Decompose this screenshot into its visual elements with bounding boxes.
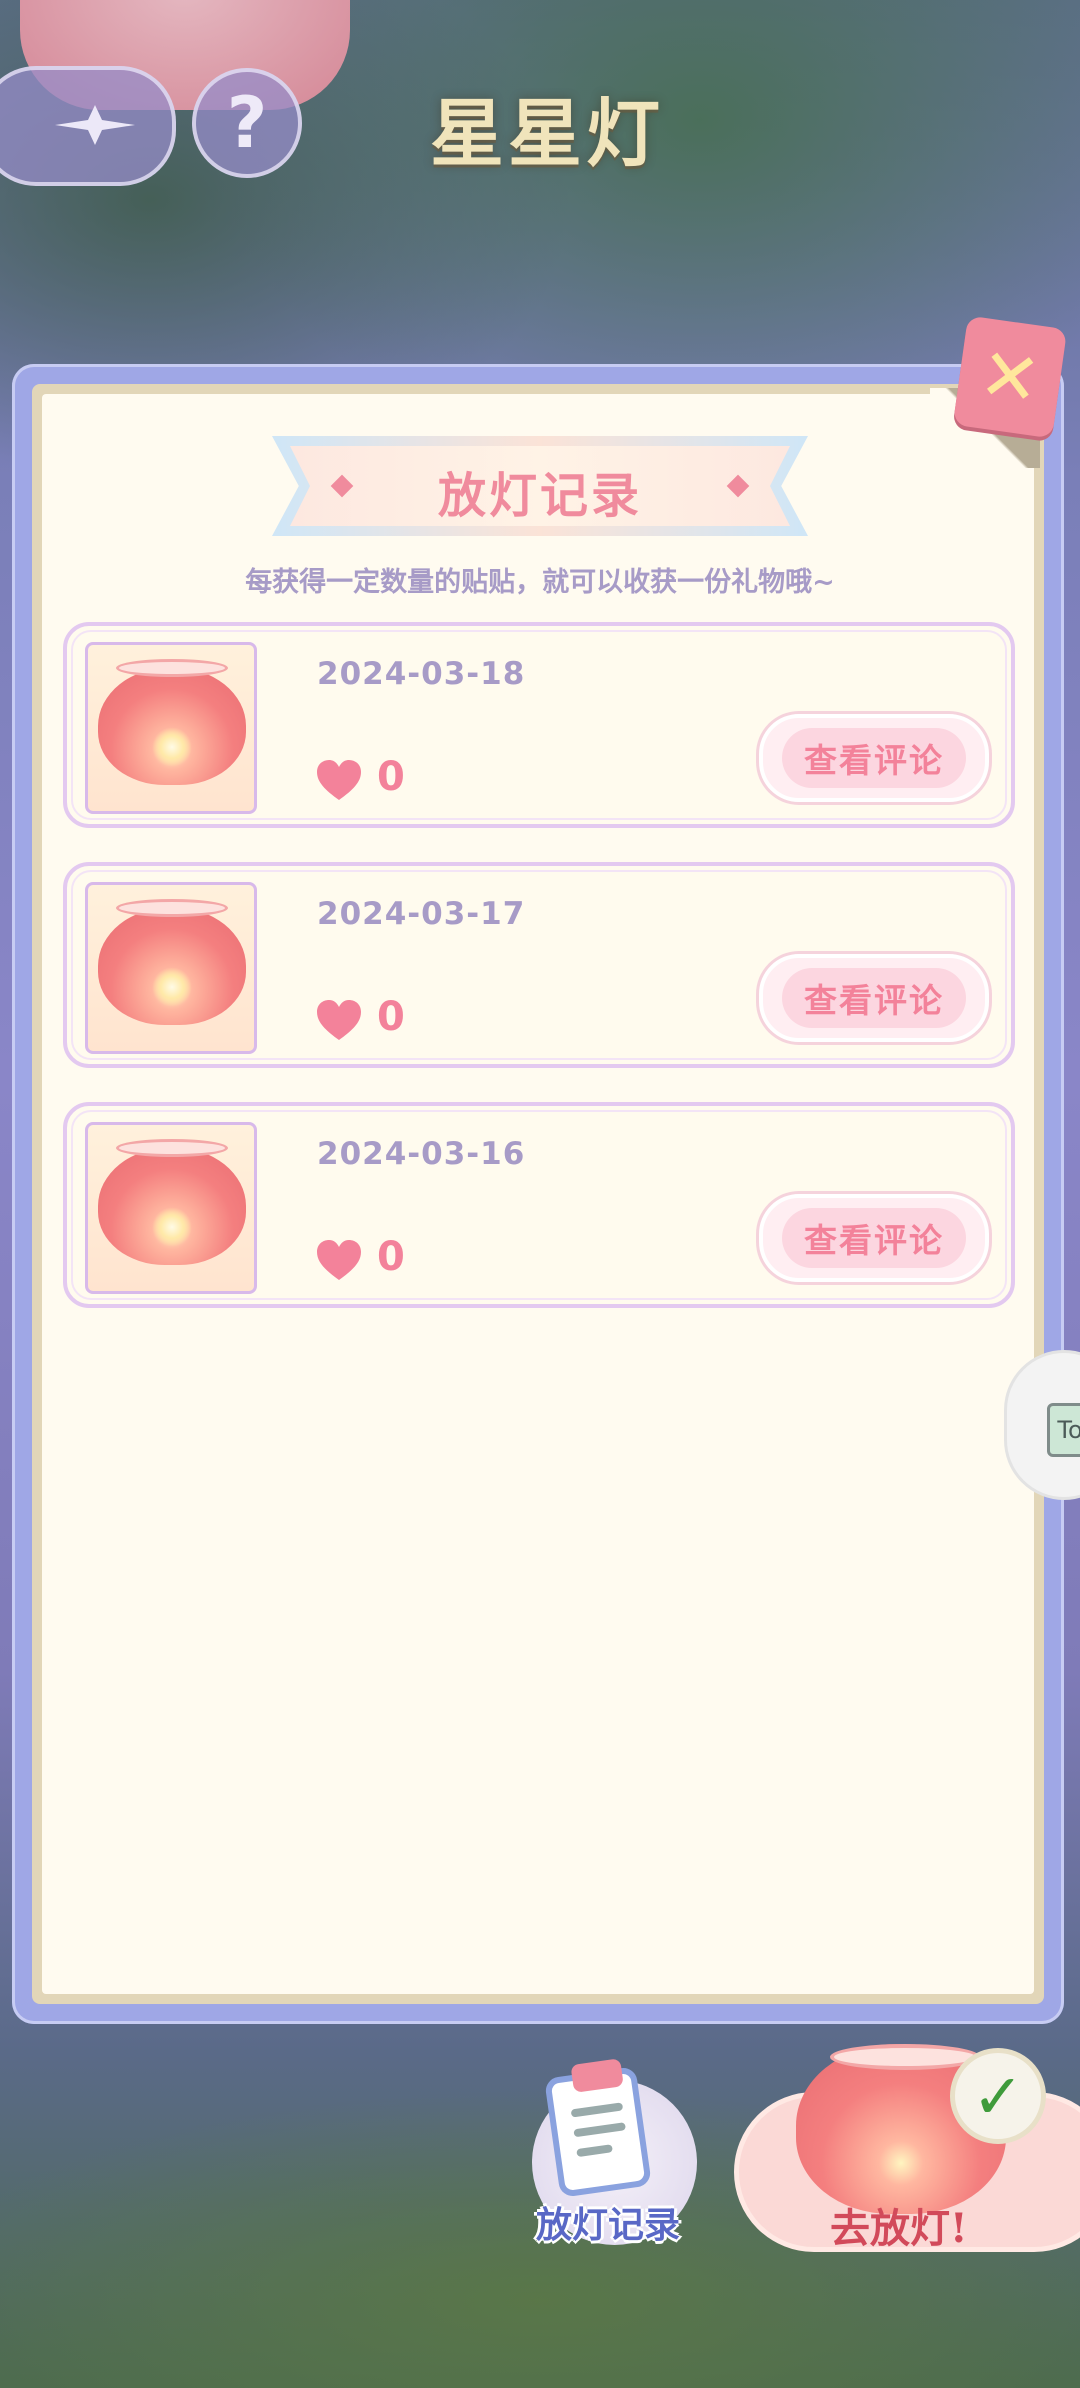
lantern-thumbnail: [85, 642, 257, 814]
page-title: 星星灯: [430, 91, 664, 177]
view-comments-label: 查看评论: [782, 1208, 966, 1268]
heart-icon: [317, 760, 361, 800]
lantern-thumbnail: [85, 1122, 257, 1294]
close-icon[interactable]: ✕: [952, 315, 1068, 439]
heart-icon: [317, 1000, 361, 1040]
star-nav-icon[interactable]: [45, 100, 145, 150]
record-card: 2024-03-16 0 查看评论: [63, 1102, 1015, 1308]
side-tab-icon: To: [1047, 1403, 1080, 1457]
like-count: 0: [377, 1234, 405, 1280]
record-card: 2024-03-17 0 查看评论: [63, 862, 1015, 1068]
view-comments-button[interactable]: 查看评论: [759, 1194, 989, 1282]
view-comments-label: 查看评论: [782, 728, 966, 788]
heart-icon: [317, 1240, 361, 1280]
view-comments-button[interactable]: 查看评论: [759, 954, 989, 1042]
release-lantern-label[interactable]: 去放灯!: [830, 2196, 968, 2254]
lantern-rim-decoration: [830, 2044, 980, 2070]
record-date: 2024-03-16: [317, 1136, 526, 1172]
record-date: 2024-03-18: [317, 656, 526, 692]
record-card: 2024-03-18 0 查看评论: [63, 622, 1015, 828]
records-button-label[interactable]: 放灯记录: [536, 2196, 680, 2248]
record-date: 2024-03-17: [317, 896, 526, 932]
help-icon[interactable]: ?: [192, 68, 302, 178]
checkmark-icon: ✓: [950, 2048, 1046, 2144]
dialog-title: 放灯记录: [437, 468, 642, 524]
view-comments-label: 查看评论: [782, 968, 966, 1028]
like-count: 0: [377, 754, 405, 800]
dialog-title-banner: 放灯记录: [272, 436, 808, 536]
like-count: 0: [377, 994, 405, 1040]
lantern-thumbnail: [85, 882, 257, 1054]
view-comments-button[interactable]: 查看评论: [759, 714, 989, 802]
clipboard-icon[interactable]: [544, 2058, 652, 2198]
dialog-subtitle: 每获得一定数量的贴贴，就可以收获一份礼物哦~: [245, 567, 835, 598]
